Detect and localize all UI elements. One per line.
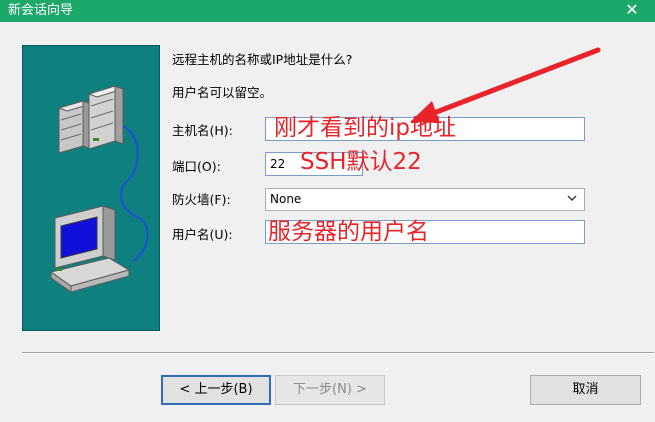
next-button[interactable]: 下一步(N) > [275, 375, 385, 405]
chevron-down-icon[interactable] [566, 192, 578, 207]
username-label: 用户名(U): [172, 227, 233, 242]
firewall-select[interactable]: None [265, 188, 585, 211]
firewall-selected-value: None [270, 192, 302, 206]
hint-text: 用户名可以留空。 [172, 85, 273, 100]
servers-and-computer-illustration [49, 85, 149, 293]
cancel-button[interactable]: 取消 [530, 375, 641, 405]
close-icon[interactable]: ✕ [609, 0, 655, 22]
port-label: 端口(O): [172, 159, 221, 174]
username-annotation: 服务器的用户名 [268, 219, 429, 245]
wizard-illustration [22, 45, 160, 331]
footer-divider [22, 352, 654, 354]
question-text: 远程主机的名称或IP地址是什么? [172, 52, 353, 67]
back-button[interactable]: < 上一步(B) [161, 375, 271, 405]
port-annotation: SSH默认22 [300, 149, 422, 175]
host-annotation: 刚才看到的ip地址 [274, 115, 456, 141]
host-label: 主机名(H): [172, 123, 233, 138]
title-bar: 新会话向导 ✕ [0, 0, 655, 22]
firewall-label: 防火墙(F): [172, 192, 231, 207]
window-title: 新会话向导 [8, 3, 74, 18]
